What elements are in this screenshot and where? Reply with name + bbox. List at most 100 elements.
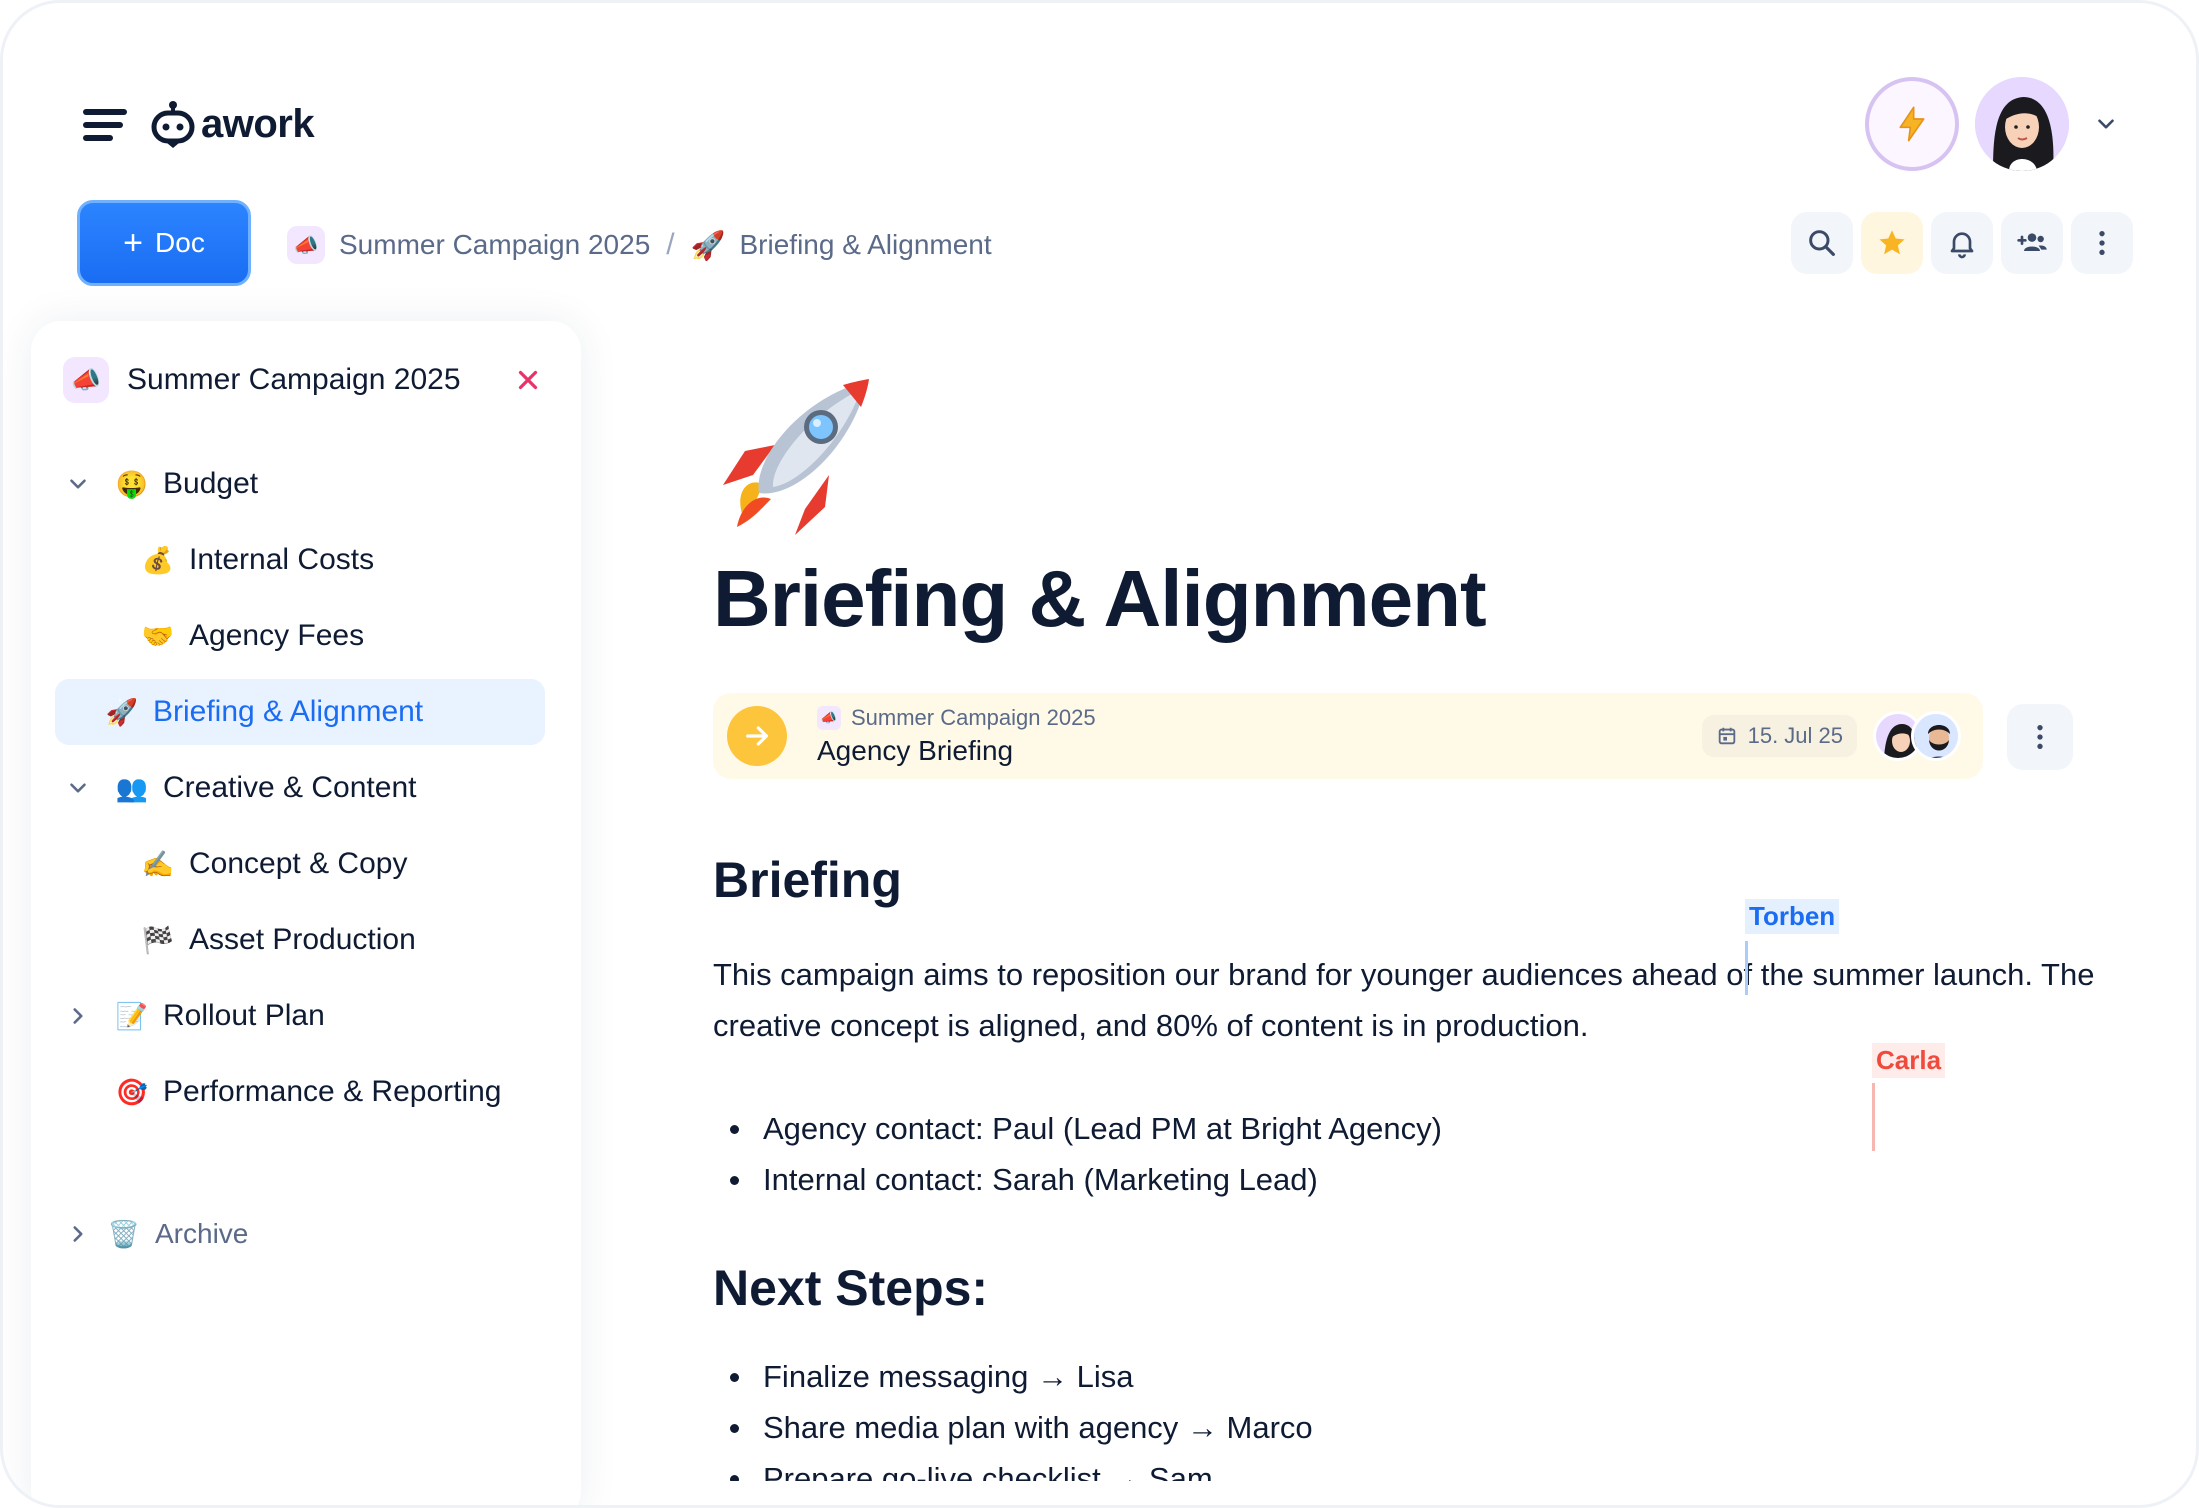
sidebar-project-header: 📣 Summer Campaign 2025 (63, 355, 553, 405)
sidebar-item-label: Asset Production (189, 923, 416, 956)
sidebar-item-asset-production[interactable]: 🏁 Asset Production (141, 907, 555, 973)
task-due-date[interactable]: 15. Jul 25 (1701, 715, 1857, 757)
robot-logo-icon (151, 101, 195, 148)
sidebar-item-label: Briefing & Alignment (153, 695, 424, 728)
sidebar: 📣 Summer Campaign 2025 🤑 Budget 💰 Intern… (31, 321, 581, 1505)
new-doc-button[interactable]: + Doc (77, 200, 251, 286)
add-users-icon (2017, 233, 2047, 251)
sidebar-item-label: Performance & Reporting (163, 1075, 502, 1108)
app-window: awork + Doc 📣 Summer Campaign 2025 / 🚀 B… (0, 0, 2199, 1508)
chevron-down-icon[interactable] (65, 471, 91, 497)
calendar-icon (1718, 727, 1735, 745)
sidebar-item-label: Internal Costs (189, 543, 375, 576)
sidebar-item-label: Rollout Plan (163, 999, 325, 1032)
list-item[interactable]: Internal contact: Sarah (Marketing Lead) (713, 1154, 1442, 1205)
search-icon (1809, 230, 1835, 256)
plus-icon: + (123, 224, 144, 262)
chevron-right-icon[interactable] (65, 1221, 91, 1247)
section-heading-next-steps[interactable]: Next Steps: (713, 1259, 988, 1317)
rocket-icon: 🚀 (690, 229, 726, 261)
sidebar-item-label: Archive (155, 1218, 249, 1249)
sidebar-item-label: Agency Fees (189, 619, 365, 652)
rocket-icon (723, 379, 869, 535)
list-item[interactable]: Agency contact: Paul (Lead PM at Bright … (713, 1103, 1442, 1154)
chevron-right-icon[interactable] (65, 1003, 91, 1029)
handshake-icon: 🤝 (141, 620, 175, 651)
megaphone-icon: 📣 (817, 706, 841, 730)
close-icon[interactable] (513, 365, 543, 395)
open-task-button[interactable] (727, 706, 787, 766)
sidebar-item-label: Creative & Content (163, 771, 417, 804)
collaborator-cursor (1745, 941, 1748, 995)
task-name: Agency Briefing (817, 735, 1014, 766)
sidebar-item-performance-reporting[interactable]: 🎯 Performance & Reporting (65, 1059, 575, 1125)
task-date-label: 15. Jul 25 (1747, 723, 1843, 748)
sidebar-item-briefing-alignment[interactable]: 🚀 Briefing & Alignment (55, 679, 545, 745)
checkered-flag-icon: 🏁 (141, 924, 175, 955)
arrow-right-icon (746, 726, 768, 746)
collaborator-cursor-label: Torben (1745, 899, 1840, 934)
wastebasket-icon: 🗑️ (107, 1218, 141, 1249)
target-icon: 🎯 (115, 1076, 149, 1107)
awork-logo[interactable]: awork (151, 99, 315, 149)
list-item[interactable]: Finalize messaging → Lisa (713, 1351, 1313, 1402)
lightning-button[interactable] (1865, 77, 1959, 171)
page-title[interactable]: Briefing & Alignment (713, 553, 1487, 645)
assignee-avatar[interactable] (1911, 711, 1961, 761)
chevron-down-icon[interactable] (65, 775, 91, 801)
share-users-button[interactable] (2001, 212, 2063, 274)
megaphone-icon: 📣 (63, 357, 109, 403)
breadcrumb-project-link[interactable]: Summer Campaign 2025 (339, 229, 650, 261)
star-icon (1879, 230, 1905, 255)
sidebar-project-title[interactable]: Summer Campaign 2025 (127, 363, 461, 397)
sidebar-item-concept-copy[interactable]: ✍️ Concept & Copy (141, 831, 555, 897)
money-bag-icon: 💰 (141, 544, 175, 575)
section-heading-briefing[interactable]: Briefing (713, 851, 902, 909)
list-item[interactable]: Prepare go-live checklist → Sam (713, 1453, 1313, 1481)
bell-icon (1950, 232, 1974, 259)
favorite-button[interactable] (1861, 212, 1923, 274)
sidebar-item-internal-costs[interactable]: 💰 Internal Costs (141, 527, 555, 593)
briefing-paragraph[interactable]: This campaign aims to reposition our bra… (713, 949, 2113, 1051)
more-vertical-icon (2037, 725, 2043, 749)
breadcrumb: 📣 Summer Campaign 2025 / 🚀 Briefing & Al… (287, 223, 992, 267)
next-steps-bullet-list: Finalize messaging → Lisa Share media pl… (713, 1351, 1313, 1481)
breadcrumb-separator: / (666, 228, 675, 261)
task-project: 📣 Summer Campaign 2025 (817, 705, 1096, 731)
more-options-button[interactable] (2071, 212, 2133, 274)
megaphone-icon: 📣 (287, 226, 325, 264)
woman-avatar-icon (1975, 77, 2069, 171)
chevron-down-icon[interactable] (2093, 111, 2119, 137)
hamburger-menu-icon[interactable] (83, 109, 129, 143)
sidebar-item-budget[interactable]: 🤑 Budget (65, 451, 555, 517)
breadcrumb-current-doc[interactable]: Briefing & Alignment (740, 229, 992, 261)
sidebar-item-label: Budget (163, 467, 259, 500)
task-info: 📣 Summer Campaign 2025 Agency Briefing (817, 705, 1096, 767)
writing-hand-icon: ✍️ (141, 848, 175, 879)
collaborator-cursor (1872, 1083, 1875, 1151)
task-assignees[interactable] (1873, 711, 1961, 761)
sidebar-item-rollout-plan[interactable]: 📝 Rollout Plan (65, 983, 555, 1049)
money-face-icon: 🤑 (115, 468, 149, 499)
search-button[interactable] (1791, 212, 1853, 274)
linked-task-card[interactable]: 📣 Summer Campaign 2025 Agency Briefing 1… (713, 693, 1983, 779)
task-more-button[interactable] (2007, 704, 2073, 770)
list-item[interactable]: Share media plan with agency → Marco (713, 1402, 1313, 1453)
memo-icon: 📝 (115, 1000, 149, 1031)
people-icon: 👥 (115, 772, 149, 803)
document-area: Briefing & Alignment 📣 Summer Campaign 2… (583, 321, 2183, 1481)
new-doc-label: Doc (155, 227, 205, 258)
sidebar-item-creative-content[interactable]: 👥 Creative & Content (65, 755, 555, 821)
notifications-button[interactable] (1931, 212, 1993, 274)
rocket-icon: 🚀 (105, 696, 139, 727)
lightning-icon (1899, 106, 1925, 142)
bearded-man-avatar-icon (1914, 714, 1958, 758)
user-avatar[interactable] (1975, 77, 2069, 171)
logo-text: awork (201, 101, 315, 146)
sidebar-item-agency-fees[interactable]: 🤝 Agency Fees (141, 603, 555, 669)
sidebar-item-archive[interactable]: 🗑️ Archive (65, 1201, 465, 1267)
task-project-label: Summer Campaign 2025 (851, 705, 1096, 730)
briefing-bullet-list: Agency contact: Paul (Lead PM at Bright … (713, 1103, 1442, 1205)
sidebar-item-label: Concept & Copy (189, 847, 408, 880)
collaborator-cursor-label: Carla (1872, 1043, 1946, 1078)
